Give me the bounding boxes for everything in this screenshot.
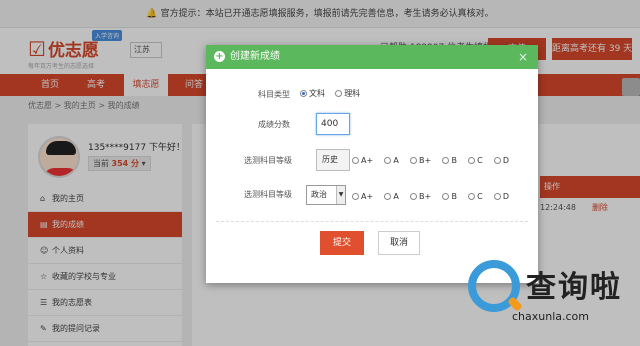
required-grade-radio[interactable] [442, 156, 450, 164]
score-label: 成绩分数 [258, 120, 290, 129]
radio-arts[interactable] [300, 90, 307, 97]
grade-label[interactable]: A [393, 192, 398, 201]
optional-grade-radio[interactable] [468, 192, 476, 200]
submit-button[interactable]: 提交 [320, 231, 364, 255]
required-grade-radio[interactable] [493, 156, 501, 164]
radio-arts-label[interactable]: 文科 [309, 89, 325, 98]
dialog-header: + 创建新成绩 × [206, 45, 538, 69]
grade-label[interactable]: B [451, 156, 457, 165]
grade-label[interactable]: D [503, 156, 509, 165]
grade-label[interactable]: B+ [419, 192, 431, 201]
required-grade-radio[interactable] [352, 156, 359, 164]
radio-science-label[interactable]: 理科 [344, 89, 360, 98]
radio-science[interactable] [335, 90, 343, 97]
magnifier-icon [468, 260, 520, 312]
divider [216, 221, 528, 222]
optional-grade-radio[interactable] [493, 192, 501, 200]
required-subject-field: 历史 [316, 149, 350, 171]
cancel-button[interactable]: 取消 [378, 231, 420, 255]
plus-icon: + [214, 51, 225, 62]
grade-label[interactable]: C [477, 156, 483, 165]
watermark-logo: 查询啦 chaxunla.com [468, 260, 638, 342]
grade-label[interactable]: D [503, 192, 509, 201]
required-grade-radio[interactable] [410, 156, 418, 164]
optional-grade-radio[interactable] [352, 192, 359, 200]
grade-label[interactable]: B [451, 192, 457, 201]
optional-subject-value: 政治 [311, 190, 327, 199]
grade-label[interactable]: A+ [361, 156, 373, 165]
watermark-url: chaxunla.com [512, 310, 589, 323]
subject-type-label: 科目类型 [258, 90, 290, 99]
required-grade-group: A+ A B+ B C D [352, 155, 517, 166]
grade-label[interactable]: C [477, 192, 483, 201]
create-score-dialog: + 创建新成绩 × 科目类型 文科 理科 成绩分数 选测科目等级 历史 A+ A … [206, 45, 538, 283]
grade-label[interactable]: A [393, 156, 398, 165]
required-subject-label: 选测科目等级 [244, 156, 292, 165]
optional-subject-select[interactable]: 政治 ▼ [306, 185, 346, 205]
optional-grade-radio[interactable] [442, 192, 450, 200]
required-grade-radio[interactable] [384, 156, 392, 164]
chevron-down-icon: ▼ [336, 186, 345, 204]
subject-type-group: 文科 理科 [300, 88, 367, 100]
required-grade-radio[interactable] [468, 156, 476, 164]
dialog-title: 创建新成绩 [230, 51, 280, 62]
grade-label[interactable]: A+ [361, 192, 373, 201]
optional-grade-radio[interactable] [410, 192, 418, 200]
watermark-text: 查询啦 [526, 270, 622, 305]
score-input[interactable] [316, 113, 350, 135]
optional-grade-group: A+ A B+ B C D [352, 191, 517, 202]
optional-subject-label: 选测科目等级 [244, 190, 292, 199]
optional-grade-radio[interactable] [384, 192, 392, 200]
close-icon[interactable]: × [518, 45, 528, 69]
grade-label[interactable]: B+ [419, 156, 431, 165]
